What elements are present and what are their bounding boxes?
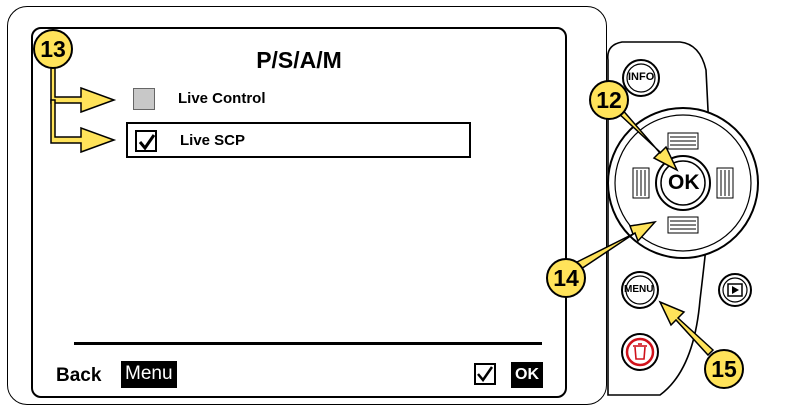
- callout-14: 14: [546, 258, 586, 298]
- checkmark-icon: [138, 134, 156, 151]
- callout-15: 15: [704, 349, 744, 389]
- menu-button[interactable]: MENU: [624, 284, 653, 295]
- menu-item-live-control[interactable]: Live Control: [126, 82, 471, 118]
- confirm-checkbox[interactable]: [474, 363, 496, 385]
- camera-screen: P/S/A/M Live Control Live SCP Back Menu …: [31, 27, 567, 398]
- menu-item-live-scp[interactable]: Live SCP: [126, 122, 471, 158]
- live-scp-checkbox[interactable]: [135, 130, 157, 152]
- delete-button[interactable]: [622, 334, 658, 370]
- callout-13: 13: [33, 29, 73, 69]
- back-label: Back: [56, 365, 102, 386]
- menu-key-button[interactable]: Menu: [121, 361, 177, 388]
- live-control-checkbox[interactable]: [133, 88, 155, 110]
- play-button[interactable]: [719, 274, 751, 306]
- divider: [74, 342, 542, 345]
- ok-button[interactable]: OK: [668, 171, 700, 195]
- page-title: P/S/A/M: [256, 47, 342, 73]
- menu-item-label: Live Control: [178, 90, 266, 107]
- ok-key-button[interactable]: OK: [511, 362, 543, 388]
- checkmark-icon: [477, 366, 494, 383]
- menu-item-label: Live SCP: [180, 132, 246, 149]
- info-button[interactable]: INFO: [628, 71, 654, 83]
- callout-12: 12: [589, 80, 629, 120]
